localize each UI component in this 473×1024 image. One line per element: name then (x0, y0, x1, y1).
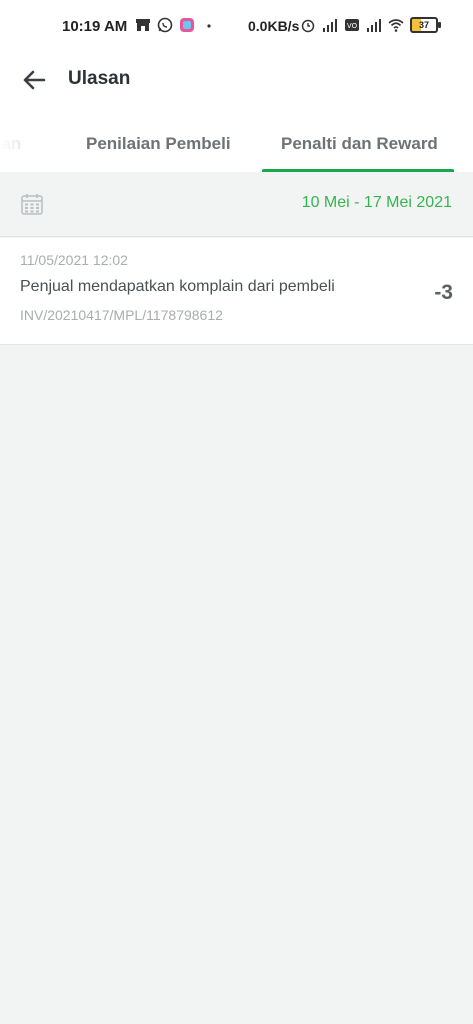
tab-penilaian-pembeli[interactable]: Penilaian Pembeli (86, 134, 231, 154)
dot-icon (207, 24, 211, 28)
signal-icon-2 (367, 19, 381, 32)
date-range-label[interactable]: 10 Mei - 17 Mei 2021 (302, 194, 452, 212)
status-bar: 10:19 AM 0.0KB/s VO 37 (0, 0, 473, 56)
app-header: Ulasan (0, 56, 473, 104)
signal-icon (323, 19, 337, 32)
wifi-icon (388, 19, 404, 32)
volte-icon: VO (345, 19, 359, 31)
date-filter-bar[interactable]: 10 Mei - 17 Mei 2021 (0, 172, 473, 237)
battery-icon: 37 (410, 17, 441, 33)
tab-fade (0, 104, 40, 171)
page-title: Ulasan (68, 68, 131, 89)
arrow-left-icon[interactable] (18, 64, 50, 96)
entry-points: -3 (434, 281, 453, 304)
svg-text:VO: VO (347, 22, 358, 30)
tab-penalti-dan-reward[interactable]: Penalti dan Reward (281, 134, 438, 154)
app-icon (180, 18, 194, 32)
entry-invoice: INV/20210417/MPL/1178798612 (20, 307, 223, 323)
status-time: 10:19 AM (62, 18, 128, 35)
entry-timestamp: 11/05/2021 12:02 (20, 252, 128, 268)
tab-bar: san Penilaian Pembeli Penalti dan Reward (0, 104, 473, 173)
calendar-icon[interactable] (20, 192, 44, 216)
network-speed: 0.0KB/s (248, 18, 300, 34)
alarm-icon (301, 19, 315, 33)
list-item[interactable]: 11/05/2021 12:02 Penjual mendapatkan kom… (0, 238, 473, 345)
notification-icons (135, 17, 217, 33)
whatsapp-icon (157, 17, 173, 33)
store-icon (136, 19, 150, 31)
system-icons: VO 37 (300, 17, 441, 33)
entry-description: Penjual mendapatkan komplain dari pembel… (20, 278, 335, 295)
